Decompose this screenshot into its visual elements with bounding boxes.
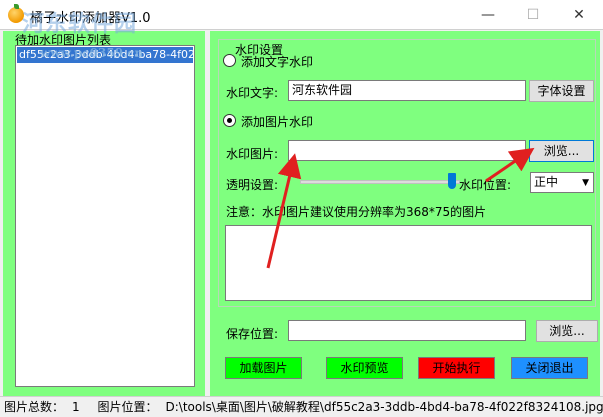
position-label: 水印位置: <box>459 178 512 192</box>
file-list[interactable]: df55c2a3-3ddb-4bd4-ba78-4f022 <box>15 45 195 387</box>
status-bar: 图片总数： 1 图片位置： D:\tools\桌面\图片\破解教程\df55c2a3… <box>0 396 603 417</box>
image-watermark-label: 添加图片水印 <box>241 115 314 129</box>
preview-area <box>225 225 592 301</box>
minimize-button[interactable]: — <box>465 0 511 30</box>
exit-button[interactable]: 关闭退出 <box>511 357 588 379</box>
close-button[interactable]: ✕ <box>556 0 602 30</box>
image-watermark-radio[interactable] <box>223 114 236 127</box>
preview-watermark-button[interactable]: 水印预览 <box>326 357 403 379</box>
total-value: 1 <box>72 400 80 414</box>
maximize-button[interactable]: ☐ <box>510 0 556 30</box>
path-label: 图片位置： <box>97 400 158 414</box>
settings-panel: 水印设置 添加文字水印 水印文字: 河东软件园 字体设置 添加图片水印 水印图片… <box>210 31 600 396</box>
opacity-slider-track[interactable] <box>300 180 460 184</box>
total-label: 图片总数： <box>4 400 65 414</box>
watermark-image-input[interactable] <box>288 140 526 161</box>
opacity-slider-thumb[interactable] <box>448 173 456 189</box>
position-select[interactable]: 正中 ▼ <box>530 172 594 193</box>
text-watermark-radio[interactable] <box>223 54 236 67</box>
watermark-image-label: 水印图片: <box>226 147 279 161</box>
watermark-text-input[interactable]: 河东软件园 <box>288 80 526 101</box>
path-value: D:\tools\桌面\图片\破解教程\df55c2a3-3ddb-4bd4-b… <box>165 400 603 414</box>
opacity-label: 透明设置: <box>226 178 279 192</box>
file-list-panel: 待加水印图片列表 df55c2a3-3ddb-4bd4-ba78-4f022 <box>3 31 205 396</box>
note-text: 注意：水印图片建议使用分辨率为368*75的图片 <box>226 205 487 219</box>
save-location-input[interactable] <box>288 320 526 341</box>
position-select-value: 正中 <box>534 175 559 189</box>
start-button[interactable]: 开始执行 <box>418 357 495 379</box>
text-watermark-label: 添加文字水印 <box>241 55 314 69</box>
image-browse-button[interactable]: 浏览... <box>529 140 594 162</box>
load-images-button[interactable]: 加载图片 <box>225 357 302 379</box>
font-settings-button[interactable]: 字体设置 <box>529 80 594 102</box>
watermark-text-label: 水印文字: <box>226 86 279 100</box>
save-location-label: 保存位置: <box>226 327 279 341</box>
site-watermark-url: www.pc0359.cn <box>40 46 144 60</box>
site-watermark: 河东软件园 <box>22 12 138 37</box>
chevron-down-icon: ▼ <box>582 178 589 188</box>
save-browse-button[interactable]: 浏览... <box>536 320 598 342</box>
